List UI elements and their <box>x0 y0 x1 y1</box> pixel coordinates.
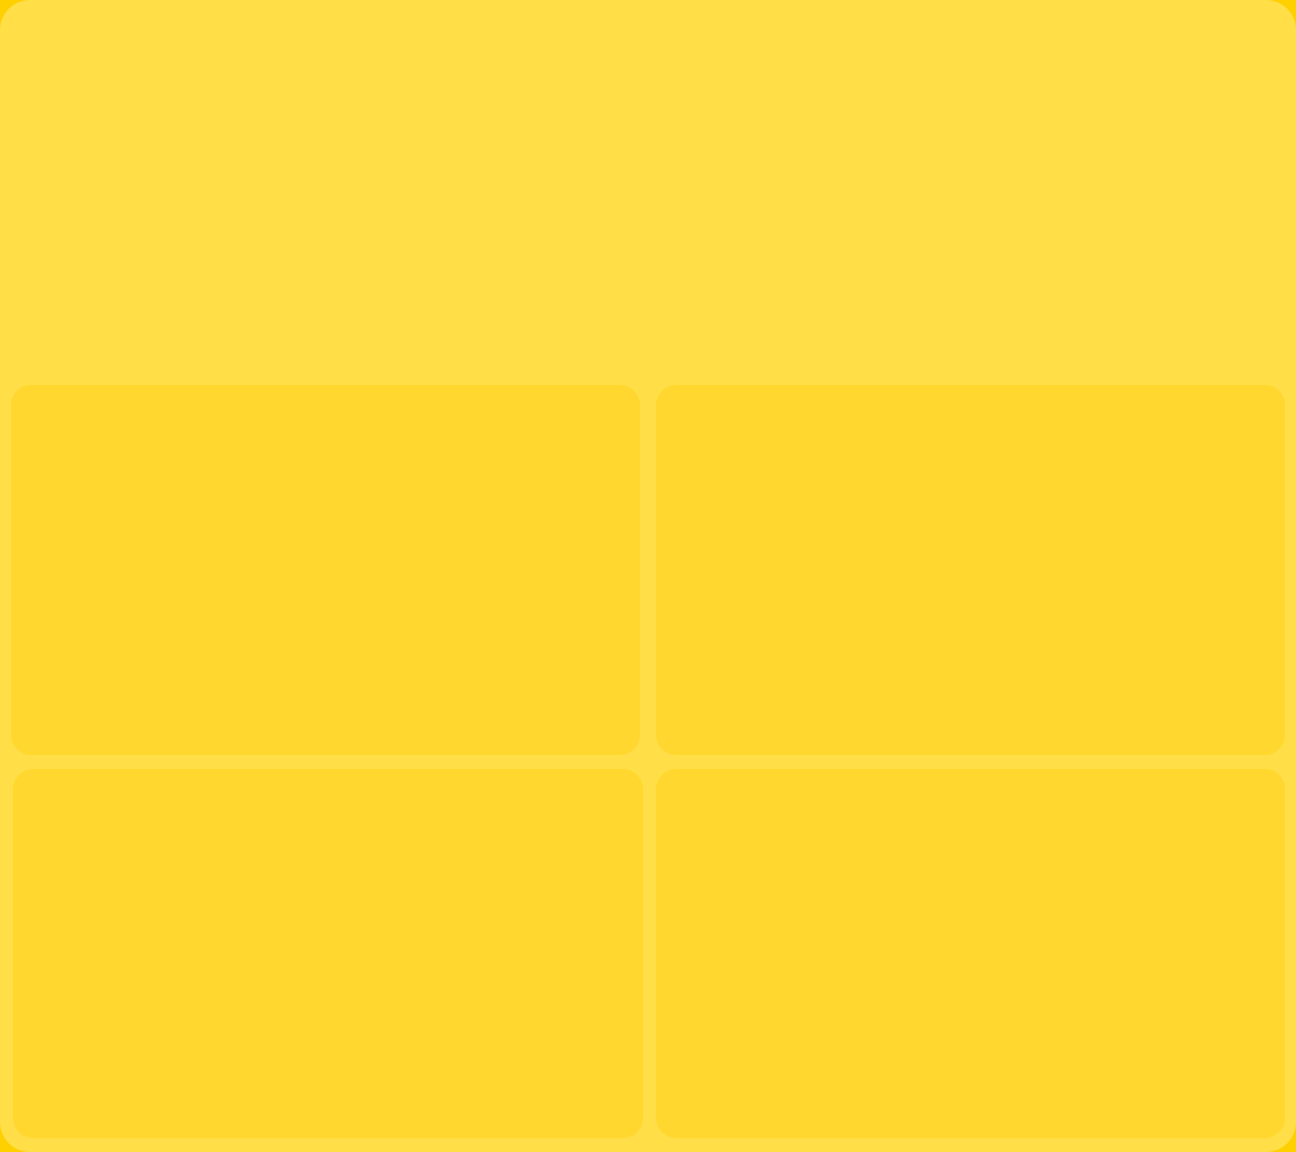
main-panel <box>0 0 1296 1152</box>
header-area <box>0 0 1296 372</box>
tile-bottom-right[interactable] <box>656 769 1285 1138</box>
tile-bottom-left[interactable] <box>13 769 643 1138</box>
tile-top-left[interactable] <box>11 385 640 755</box>
tile-top-right[interactable] <box>656 385 1285 755</box>
